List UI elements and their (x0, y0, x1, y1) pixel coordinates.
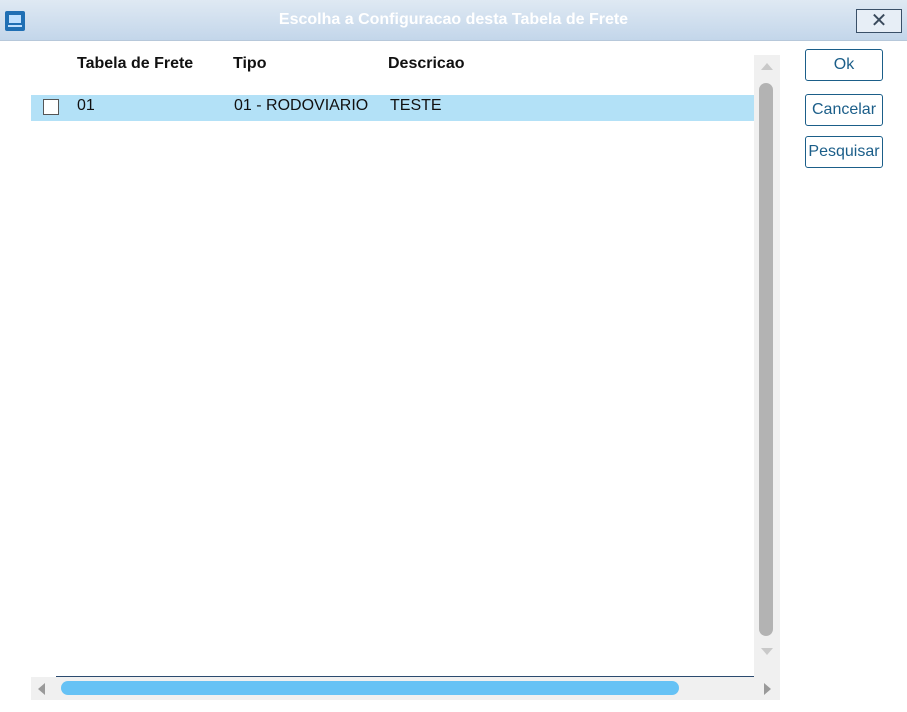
vertical-scroll-thumb[interactable] (759, 83, 773, 636)
row-checkbox[interactable] (43, 99, 59, 115)
horizontal-scroll-thumb[interactable] (61, 681, 679, 695)
column-header-descricao[interactable]: Descricao (388, 55, 465, 73)
close-button[interactable]: ✕ (856, 9, 902, 33)
table-row[interactable]: 01 01 - RODOVIARIO TESTE (31, 95, 754, 121)
scroll-up-arrow-icon[interactable] (761, 63, 773, 70)
window-title: Escolha a Configuracao desta Tabela de F… (278, 11, 629, 28)
scroll-down-arrow-icon[interactable] (761, 648, 773, 655)
cell-tabela: 01 (77, 97, 95, 114)
column-header-tipo[interactable]: Tipo (233, 55, 266, 73)
scroll-left-arrow-icon[interactable] (38, 683, 45, 695)
close-icon: ✕ (870, 10, 888, 32)
freight-table-grid: Tabela de Frete Tipo Descricao 01 01 - R… (31, 45, 781, 677)
cell-descricao: TESTE (390, 97, 442, 114)
ok-button[interactable]: Ok (805, 49, 883, 81)
grid-header: Tabela de Frete Tipo Descricao (31, 45, 754, 83)
cancel-button[interactable]: Cancelar (805, 94, 883, 126)
title-bar: Escolha a Configuracao desta Tabela de F… (0, 0, 907, 41)
cell-tipo: 01 - RODOVIARIO (234, 97, 369, 114)
scroll-right-arrow-icon[interactable] (764, 683, 771, 695)
vertical-scrollbar[interactable] (754, 55, 780, 677)
search-button[interactable]: Pesquisar (805, 136, 883, 168)
column-header-tabela[interactable]: Tabela de Frete (77, 55, 193, 73)
horizontal-scrollbar[interactable] (31, 677, 780, 700)
